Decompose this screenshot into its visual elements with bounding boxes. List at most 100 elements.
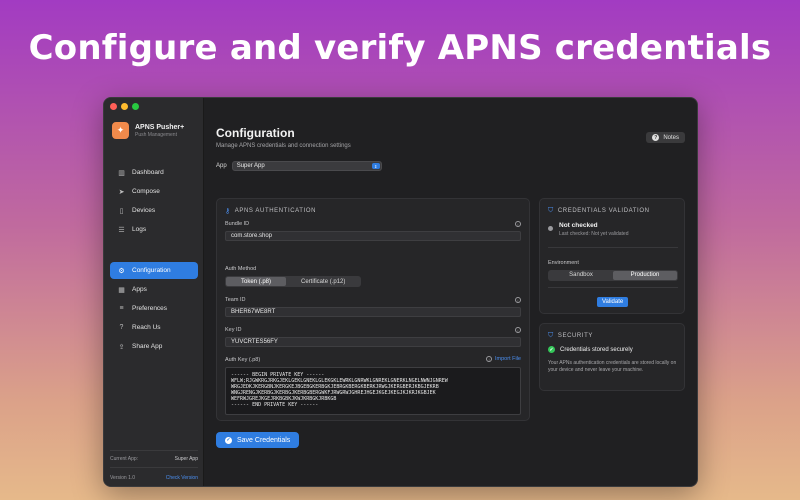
sidebar-item-label: Logs — [132, 226, 147, 233]
check-circle-icon: ✓ — [548, 346, 555, 353]
info-icon: i — [486, 356, 493, 362]
sliders-icon: ≡ — [119, 305, 124, 312]
status-dot-icon — [548, 226, 553, 231]
sidebar-nav-settings: ⚙ Configuration ▦ Apps ≡ Preferences ? R… — [110, 262, 198, 357]
sidebar-item-preferences[interactable]: ≡ Preferences — [110, 300, 198, 317]
sidebar: ✦ APNS Pusher+ Push Management ▥ Dashboa… — [104, 98, 204, 486]
app-window: ✦ APNS Pusher+ Push Management ▥ Dashboa… — [103, 97, 698, 487]
check-version-link[interactable]: Check Version — [166, 475, 198, 481]
sidebar-item-logs[interactable]: ☰ Logs — [110, 221, 198, 238]
divider — [548, 247, 678, 248]
sidebar-divider — [110, 450, 198, 451]
sidebar-item-apps[interactable]: ▦ Apps — [110, 281, 198, 298]
question-icon: ? — [119, 324, 124, 331]
shield-icon: ⛉ — [548, 207, 554, 214]
import-file-link[interactable]: i Import File — [486, 356, 521, 362]
sidebar-item-label: Reach Us — [132, 324, 161, 331]
save-credentials-button[interactable]: ✓ Save Credentials — [216, 432, 300, 448]
app-name: APNS Pusher+ — [135, 123, 185, 131]
auth-key-textarea[interactable]: ------ BEGIN PRIVATE KEY ------ WFLW;RJG… — [225, 367, 521, 415]
sidebar-item-dashboard[interactable]: ▥ Dashboard — [110, 164, 198, 181]
auth-method-label: Auth Method — [225, 266, 257, 272]
app-select[interactable]: Super App ⇕ — [231, 161, 382, 171]
apns-auth-panel: ⚷ APNS AUTHENTICATION Bundle ID i com.st… — [216, 198, 530, 421]
zoom-window-button[interactable] — [132, 103, 139, 110]
info-icon[interactable]: i — [515, 297, 521, 303]
secure-status: ✓ Credentials stored securely — [548, 346, 633, 353]
environment-segmented: Sandbox Production — [548, 270, 678, 281]
page-title: Configuration — [216, 126, 295, 140]
key-icon: ⚷ — [225, 208, 231, 215]
app-subtitle: Push Management — [135, 131, 177, 138]
security-heading: ⛉ SECURITY — [548, 332, 593, 340]
minimize-window-button[interactable] — [121, 103, 128, 110]
notes-label: Notes — [663, 134, 679, 141]
sidebar-item-label: Configuration — [132, 267, 171, 274]
current-app-label: Current App: — [110, 456, 139, 462]
current-app-row: Current App: Super App — [110, 456, 198, 462]
environment-label: Environment — [548, 260, 579, 266]
sidebar-divider — [110, 467, 198, 468]
validation-status: Not checked — [559, 222, 598, 229]
last-checked: Last checked: Not yet validated — [559, 231, 629, 237]
bundle-id-field[interactable]: com.store.shop — [225, 231, 521, 241]
env-sandbox[interactable]: Sandbox — [549, 271, 613, 280]
headline: Configure and verify APNS credentials — [28, 28, 772, 68]
env-production[interactable]: Production — [613, 271, 677, 280]
sidebar-item-label: Preferences — [132, 305, 168, 312]
app-select-value: Super App — [236, 163, 265, 169]
team-id-field[interactable]: BHER67WE8RT — [225, 307, 521, 317]
key-id-field[interactable]: YUVCRTES56FY — [225, 337, 521, 347]
grid-icon: ▦ — [118, 286, 125, 294]
sidebar-nav-main: ▥ Dashboard ➤ Compose ▯ Devices ☰ Logs — [110, 164, 198, 240]
auth-method-segmented: Token (.p8) Certificate (.p12) — [225, 276, 362, 287]
brand: ✦ APNS Pusher+ Push Management — [112, 122, 184, 139]
info-icon[interactable]: i — [515, 327, 521, 333]
version-label: Version 1.0 — [110, 475, 136, 481]
validation-heading: ⛉ CREDENTIALS VALIDATION — [548, 207, 650, 215]
page-subtitle: Manage APNS credentials and connection s… — [216, 143, 351, 149]
version-row: Version 1.0 Check Version — [110, 475, 198, 481]
auth-key-label: Auth Key (.p8) — [225, 357, 261, 363]
auth-heading: ⚷ APNS AUTHENTICATION — [225, 207, 316, 215]
share-icon: ⇪ — [118, 343, 125, 351]
divider — [548, 287, 678, 288]
list-icon: ☰ — [118, 226, 125, 234]
chevron-updown-icon: ⇕ — [371, 163, 380, 169]
notes-button[interactable]: ? Notes — [646, 132, 685, 143]
import-file-label: Import File — [495, 356, 521, 362]
sidebar-item-configuration[interactable]: ⚙ Configuration — [110, 262, 198, 279]
sidebar-item-label: Apps — [132, 286, 147, 293]
validate-button[interactable]: Validate — [597, 297, 629, 307]
auth-method-certificate[interactable]: Certificate (.p12) — [286, 277, 360, 286]
paper-plane-icon: ➤ — [118, 188, 125, 196]
key-id-label: Key ID — [225, 327, 242, 333]
sidebar-item-label: Compose — [132, 188, 160, 195]
sidebar-item-share-app[interactable]: ⇪ Share App — [110, 338, 198, 355]
sidebar-item-devices[interactable]: ▯ Devices — [110, 202, 198, 219]
chart-bar-icon: ▥ — [118, 169, 125, 177]
bundle-id-label: Bundle ID — [225, 221, 250, 227]
close-window-button[interactable] — [110, 103, 117, 110]
credentials-validation-panel: ⛉ CREDENTIALS VALIDATION Not checked Las… — [539, 198, 685, 314]
security-heading-text: SECURITY — [557, 333, 593, 339]
security-description: Your APNs authentication credentials are… — [548, 360, 677, 373]
sidebar-item-compose[interactable]: ➤ Compose — [110, 183, 198, 200]
security-panel: ⛉ SECURITY ✓ Credentials stored securely… — [539, 323, 685, 391]
auth-method-token[interactable]: Token (.p8) — [226, 277, 287, 286]
app-selector-row: App Super App ⇕ — [216, 161, 382, 171]
shield-icon: ⛉ — [548, 332, 554, 339]
sidebar-item-label: Dashboard — [132, 169, 164, 176]
app-label: App — [216, 163, 227, 169]
sidebar-item-reach-us[interactable]: ? Reach Us — [110, 319, 198, 336]
save-credentials-label: Save Credentials — [237, 436, 291, 444]
team-id-label: Team ID — [225, 297, 246, 303]
app-logo-icon: ✦ — [112, 122, 129, 139]
secure-status-label: Credentials stored securely — [560, 346, 633, 353]
phone-icon: ▯ — [119, 207, 124, 215]
info-icon[interactable]: i — [515, 221, 521, 227]
auth-heading-text: APNS AUTHENTICATION — [234, 208, 317, 214]
current-app-value: Super App — [174, 456, 198, 462]
gear-icon: ⚙ — [118, 267, 125, 275]
validation-heading-text: CREDENTIALS VALIDATION — [557, 208, 650, 214]
